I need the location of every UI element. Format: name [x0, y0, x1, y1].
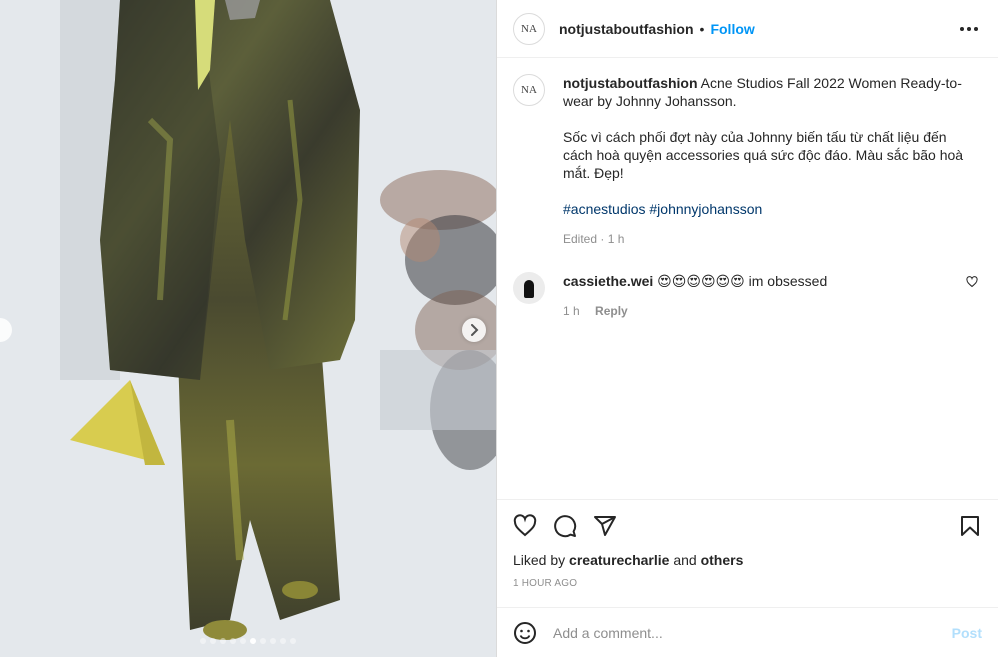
carousel-indicator: [0, 638, 496, 644]
comment-avatar[interactable]: [513, 272, 545, 304]
post-modal: NA notjustaboutfashion • Follow NA notju…: [0, 0, 998, 657]
avatar[interactable]: NA: [513, 12, 545, 45]
likes-others[interactable]: others: [701, 552, 744, 568]
likes-and: and: [673, 552, 697, 568]
post-media[interactable]: [0, 0, 496, 657]
carousel-dot: [210, 638, 216, 644]
comment-meta: 1 h Reply: [563, 302, 973, 320]
caption-meta: Edited · 1 h: [563, 232, 625, 246]
carousel-dot: [220, 638, 226, 644]
post-sidebar: NA notjustaboutfashion • Follow NA notju…: [497, 0, 998, 657]
likes-summary: Liked by creaturecharlie and others: [513, 552, 982, 568]
comment-input[interactable]: [553, 624, 952, 641]
action-bar: Liked by creaturecharlie and others 1 HO…: [497, 499, 998, 607]
runway-photo: [0, 0, 496, 657]
carousel-dot: [240, 638, 246, 644]
comment-like-icon[interactable]: [966, 276, 978, 288]
post-timestamp: 1 HOUR AGO: [513, 578, 578, 589]
caption-avatar[interactable]: NA: [513, 74, 545, 106]
reply-button[interactable]: Reply: [595, 304, 628, 318]
carousel-dot: [270, 638, 276, 644]
carousel-dot: [230, 638, 236, 644]
comment-emojis: 😍😍😍😍😍😍: [657, 273, 745, 289]
caption-username[interactable]: notjustaboutfashion: [563, 75, 698, 91]
heart-icon[interactable]: [513, 514, 537, 538]
caption-body: Sốc vì cách phối đợt này của Johnny biến…: [563, 129, 964, 181]
carousel-next-button[interactable]: [462, 318, 486, 342]
more-icon[interactable]: [960, 26, 978, 31]
carousel-dot: [280, 638, 286, 644]
comment-time: 1 h: [563, 304, 580, 318]
comment-item: cassiethe.wei 😍😍😍😍😍😍 im obsessed 1 h Rep…: [513, 272, 982, 320]
carousel-dot: [250, 638, 256, 644]
likes-prefix: Liked by: [513, 552, 566, 568]
post-button[interactable]: Post: [952, 625, 982, 641]
carousel-dot: [200, 638, 206, 644]
likes-user[interactable]: creaturecharlie: [569, 552, 669, 568]
caption: NA notjustaboutfashion Acne Studios Fall…: [513, 74, 982, 248]
post-header: NA notjustaboutfashion • Follow: [497, 0, 998, 58]
add-comment-bar: Post: [497, 607, 998, 657]
comment-text: im obsessed: [748, 273, 828, 289]
carousel-dot: [290, 638, 296, 644]
comments-section: NA notjustaboutfashion Acne Studios Fall…: [497, 58, 998, 499]
caption-hashtags[interactable]: #acnestudios #johnnyjohansson: [563, 200, 973, 218]
header-separator: •: [699, 20, 705, 37]
smile-icon[interactable]: [513, 621, 537, 645]
follow-button[interactable]: Follow: [710, 21, 754, 37]
chevron-right-icon: [471, 324, 479, 336]
header-username[interactable]: notjustaboutfashion: [559, 21, 694, 37]
carousel-dot: [260, 638, 266, 644]
comment-username[interactable]: cassiethe.wei: [563, 273, 653, 289]
share-icon[interactable]: [593, 514, 617, 538]
bookmark-icon[interactable]: [958, 514, 982, 538]
comment-icon[interactable]: [553, 514, 577, 538]
